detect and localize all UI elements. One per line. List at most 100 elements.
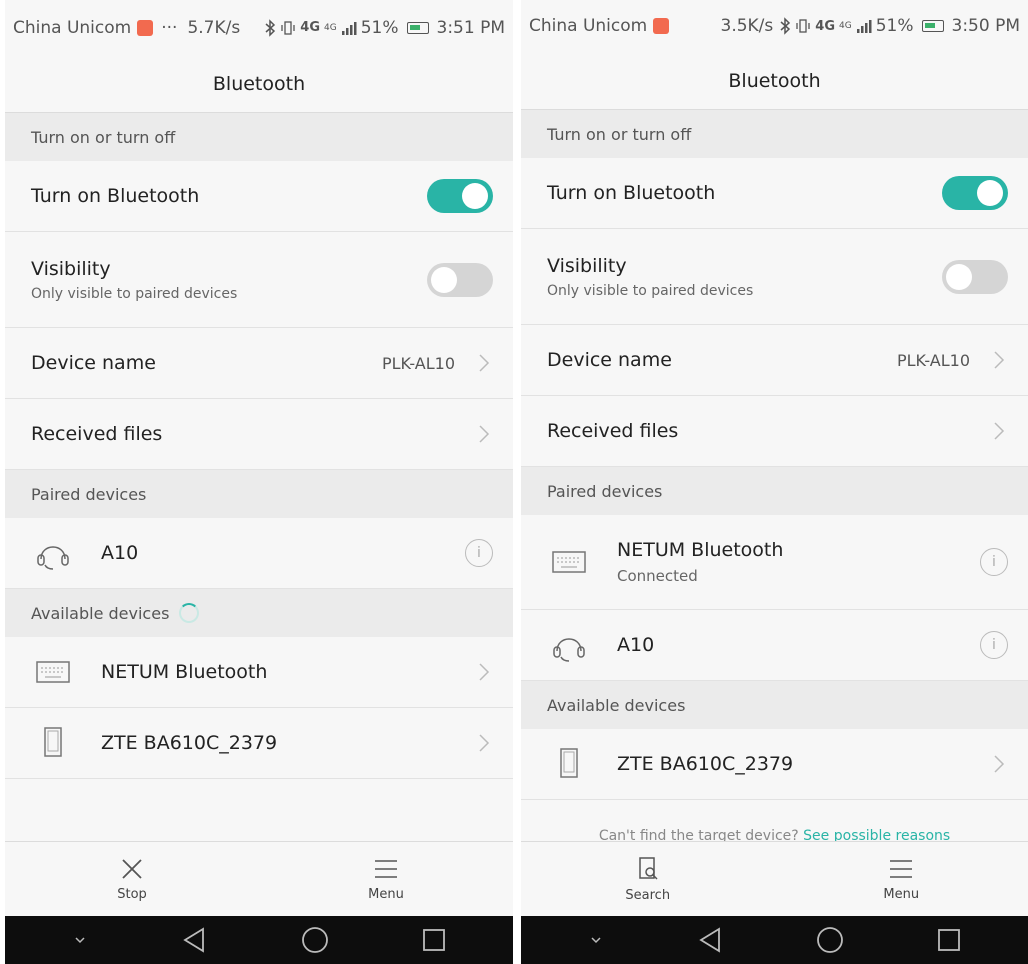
back-icon[interactable]: [697, 926, 723, 954]
visibility-label: Visibility: [547, 254, 627, 277]
visibility-toggle[interactable]: [427, 262, 493, 297]
phone-screen-right: China Unicom 3.5K/s 4G 4G 51% 3:50 PM Bl…: [521, 0, 1028, 964]
network-type-small: 4G: [839, 21, 852, 31]
chevron-down-icon[interactable]: [72, 932, 88, 948]
info-icon[interactable]: i: [465, 539, 493, 567]
vibrate-icon: [796, 19, 810, 33]
menu-button[interactable]: Menu: [259, 842, 513, 916]
chevron-right-icon: [475, 658, 493, 686]
notification-icon: [653, 18, 670, 34]
status-bar: China Unicom ··· 5.7K/s 4G 4G 51% 3:51 P…: [5, 0, 513, 55]
battery-icon: [921, 20, 944, 32]
available-device-row[interactable]: ZTE BA610C_2379: [521, 729, 1028, 800]
possible-reasons-link[interactable]: See possible reasons: [803, 828, 950, 842]
page-title: Bluetooth: [521, 52, 1028, 110]
device-name-row[interactable]: Device name PLK-AL10: [521, 325, 1028, 396]
recents-icon[interactable]: [422, 928, 446, 952]
section-header-toggle: Turn on or turn off: [521, 110, 1028, 158]
cant-find-text: Can't find the target device?: [598, 828, 804, 842]
paired-device-name: A10: [617, 634, 655, 656]
clock: 3:51 PM: [436, 17, 506, 38]
search-button[interactable]: Search: [521, 842, 775, 916]
device-name-row[interactable]: Device name PLK-AL10: [5, 328, 513, 399]
visibility-toggle[interactable]: [942, 259, 1008, 294]
paired-device-row[interactable]: NETUM Bluetooth Connected i: [521, 515, 1028, 610]
bluetooth-toggle[interactable]: [942, 176, 1008, 210]
system-nav-bar: [521, 916, 1028, 964]
headset-icon: [31, 531, 75, 575]
back-icon[interactable]: [181, 926, 207, 954]
carrier-name: China Unicom: [13, 17, 132, 38]
network-type: 4G: [815, 18, 835, 34]
headset-icon: [547, 623, 591, 667]
available-device-name: NETUM Bluetooth: [101, 661, 268, 683]
carrier-name: China Unicom: [529, 16, 648, 36]
paired-device-row[interactable]: A10 i: [5, 518, 513, 589]
visibility-row[interactable]: Visibility Only visible to paired device…: [521, 229, 1028, 325]
available-device-name: ZTE BA610C_2379: [617, 753, 794, 775]
visibility-sublabel: Only visible to paired devices: [547, 282, 754, 299]
device-name-value: PLK-AL10: [381, 353, 455, 373]
connection-status: Connected: [617, 567, 698, 585]
menu-label: Menu: [883, 886, 920, 902]
network-speed: 3.5K/s: [720, 16, 774, 36]
visibility-row[interactable]: Visibility Only visible to paired device…: [5, 232, 513, 328]
section-header-paired: Paired devices: [5, 470, 513, 518]
available-devices-label: Available devices: [31, 603, 170, 623]
network-speed: 5.7K/s: [187, 17, 241, 38]
info-icon[interactable]: i: [980, 548, 1008, 576]
paired-device-name: A10: [101, 542, 139, 564]
keyboard-icon: [31, 650, 75, 694]
signal-icon: [856, 20, 872, 33]
recents-icon[interactable]: [937, 928, 961, 952]
bluetooth-toggle-row[interactable]: Turn on Bluetooth: [521, 158, 1028, 229]
bluetooth-toggle-label: Turn on Bluetooth: [31, 185, 200, 207]
chevron-right-icon: [990, 417, 1008, 445]
cant-find-hint: Can't find the target device? See possib…: [521, 828, 1028, 842]
visibility-label: Visibility: [31, 257, 111, 280]
available-device-row[interactable]: ZTE BA610C_2379: [5, 708, 513, 779]
home-icon[interactable]: [301, 926, 329, 954]
device-name-label: Device name: [31, 352, 156, 374]
more-notifications-icon: ···: [161, 17, 178, 38]
network-type: 4G: [300, 20, 320, 35]
system-nav-bar: [5, 916, 513, 964]
device-name-value: PLK-AL10: [896, 350, 970, 370]
status-bar: China Unicom 3.5K/s 4G 4G 51% 3:50 PM: [521, 0, 1028, 52]
section-header-available: Available devices: [521, 681, 1028, 729]
received-files-label: Received files: [31, 423, 163, 445]
phone-icon: [547, 742, 591, 786]
section-header-paired: Paired devices: [521, 467, 1028, 515]
network-type-small: 4G: [324, 22, 337, 33]
paired-device-name: NETUM Bluetooth: [617, 539, 784, 561]
received-files-row[interactable]: Received files: [521, 396, 1028, 467]
bottom-action-bar: Search Menu: [521, 841, 1028, 916]
menu-icon: [890, 859, 913, 878]
stop-label: Stop: [117, 886, 147, 902]
status-icons: 4G 4G 51% 3:51 PM: [264, 18, 505, 38]
available-device-row[interactable]: NETUM Bluetooth: [5, 637, 513, 708]
chevron-right-icon: [990, 346, 1008, 374]
info-icon[interactable]: i: [980, 631, 1008, 659]
battery-percent: 51%: [360, 17, 399, 38]
loading-spinner-icon: [179, 603, 200, 623]
section-header-toggle: Turn on or turn off: [5, 113, 513, 161]
bluetooth-toggle-row[interactable]: Turn on Bluetooth: [5, 161, 513, 232]
close-icon: [122, 858, 142, 879]
notification-icon: [137, 19, 154, 36]
section-header-available: Available devices: [5, 589, 513, 637]
menu-icon: [375, 859, 397, 878]
chevron-down-icon[interactable]: [588, 932, 604, 948]
keyboard-icon: [547, 540, 591, 584]
bluetooth-toggle[interactable]: [427, 179, 493, 213]
stop-button[interactable]: Stop: [5, 842, 259, 916]
received-files-row[interactable]: Received files: [5, 399, 513, 470]
visibility-sublabel: Only visible to paired devices: [31, 285, 238, 302]
paired-device-row[interactable]: A10 i: [521, 610, 1028, 681]
search-device-icon: [639, 856, 658, 880]
menu-button[interactable]: Menu: [775, 842, 1028, 916]
bluetooth-icon: [265, 18, 276, 37]
chevron-right-icon: [990, 750, 1008, 778]
home-icon[interactable]: [816, 926, 844, 954]
bottom-action-bar: Stop Menu: [5, 841, 513, 916]
